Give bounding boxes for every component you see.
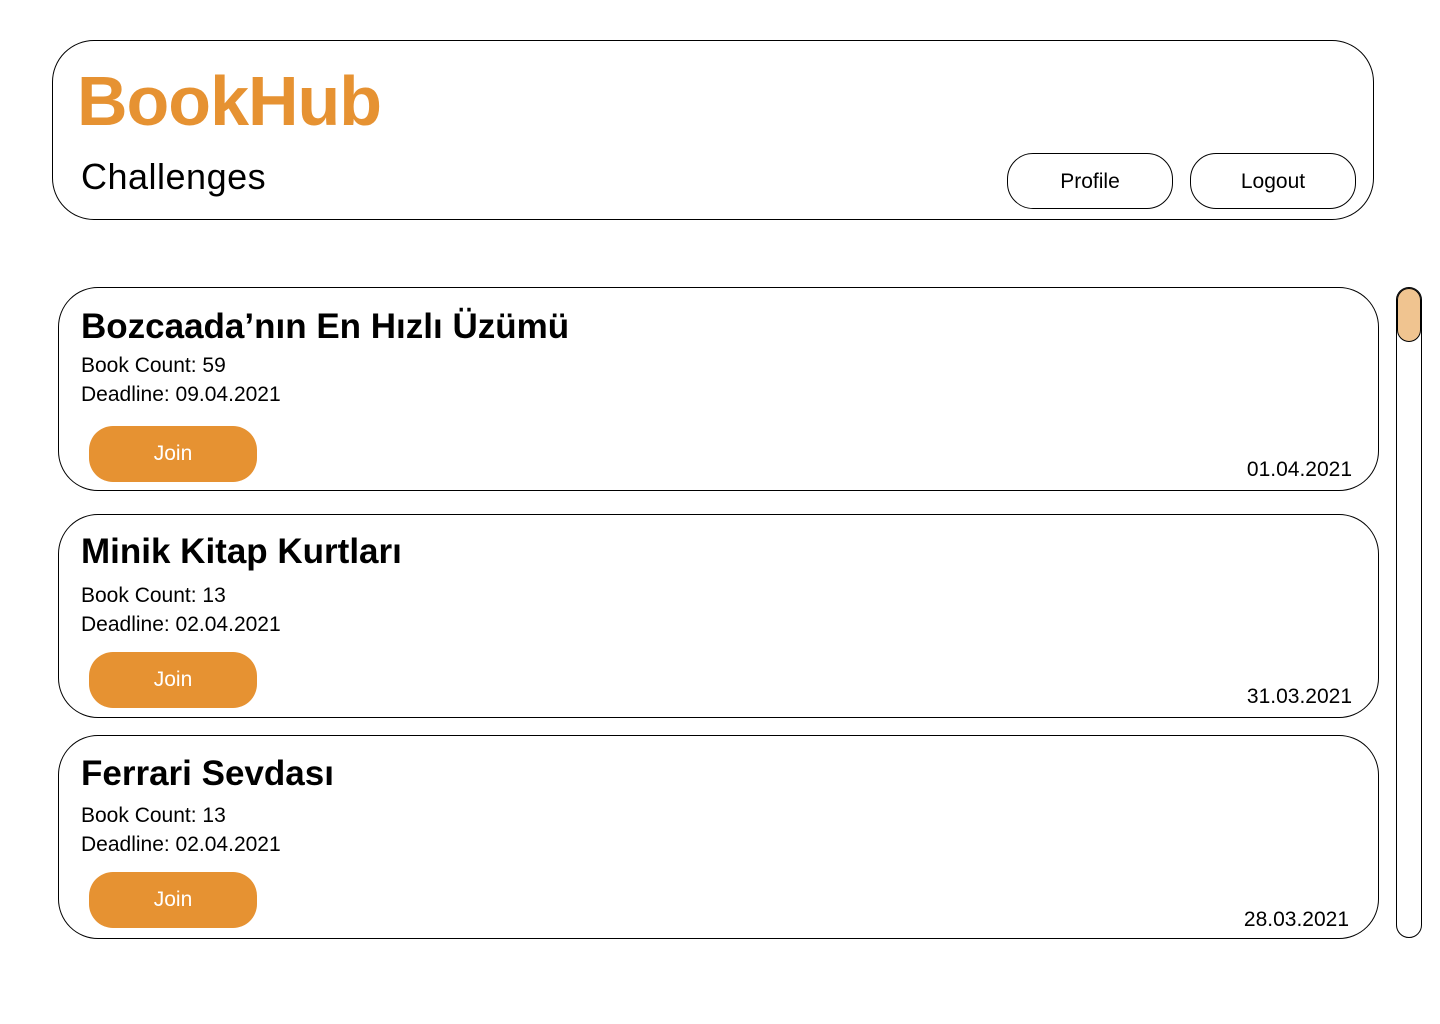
challenge-card: Minik Kitap Kurtları Book Count: 13 Dead… — [58, 514, 1379, 718]
scrollbar-track[interactable] — [1396, 287, 1422, 938]
join-button[interactable]: Join — [89, 652, 257, 708]
scrollbar-thumb[interactable] — [1397, 288, 1421, 342]
challenge-book-count: Book Count: 13 — [81, 804, 226, 827]
challenge-card: Ferrari Sevdası Book Count: 13 Deadline:… — [58, 735, 1379, 939]
challenge-title: Bozcaada’nın En Hızlı Üzümü — [81, 307, 570, 346]
challenge-date: 28.03.2021 — [1243, 908, 1349, 931]
app-header: BookHub Challenges Profile Logout — [52, 40, 1374, 220]
join-button[interactable]: Join — [89, 872, 257, 928]
challenge-date: 31.03.2021 — [1246, 685, 1352, 708]
challenge-date: 01.04.2021 — [1246, 458, 1352, 481]
challenge-deadline: Deadline: 02.04.2021 — [81, 613, 281, 636]
logout-button[interactable]: Logout — [1190, 153, 1356, 209]
challenge-title: Ferrari Sevdası — [81, 754, 334, 793]
challenge-book-count: Book Count: 59 — [81, 354, 226, 377]
challenge-card: Bozcaada’nın En Hızlı Üzümü Book Count: … — [58, 287, 1379, 491]
challenge-deadline: Deadline: 09.04.2021 — [81, 383, 281, 406]
challenge-book-count: Book Count: 13 — [81, 584, 226, 607]
join-button[interactable]: Join — [89, 426, 257, 482]
brand-logo: BookHub — [77, 62, 382, 140]
profile-button[interactable]: Profile — [1007, 153, 1173, 209]
page-title: Challenges — [81, 156, 267, 197]
challenge-deadline: Deadline: 02.04.2021 — [81, 833, 281, 856]
challenge-title: Minik Kitap Kurtları — [81, 532, 402, 571]
